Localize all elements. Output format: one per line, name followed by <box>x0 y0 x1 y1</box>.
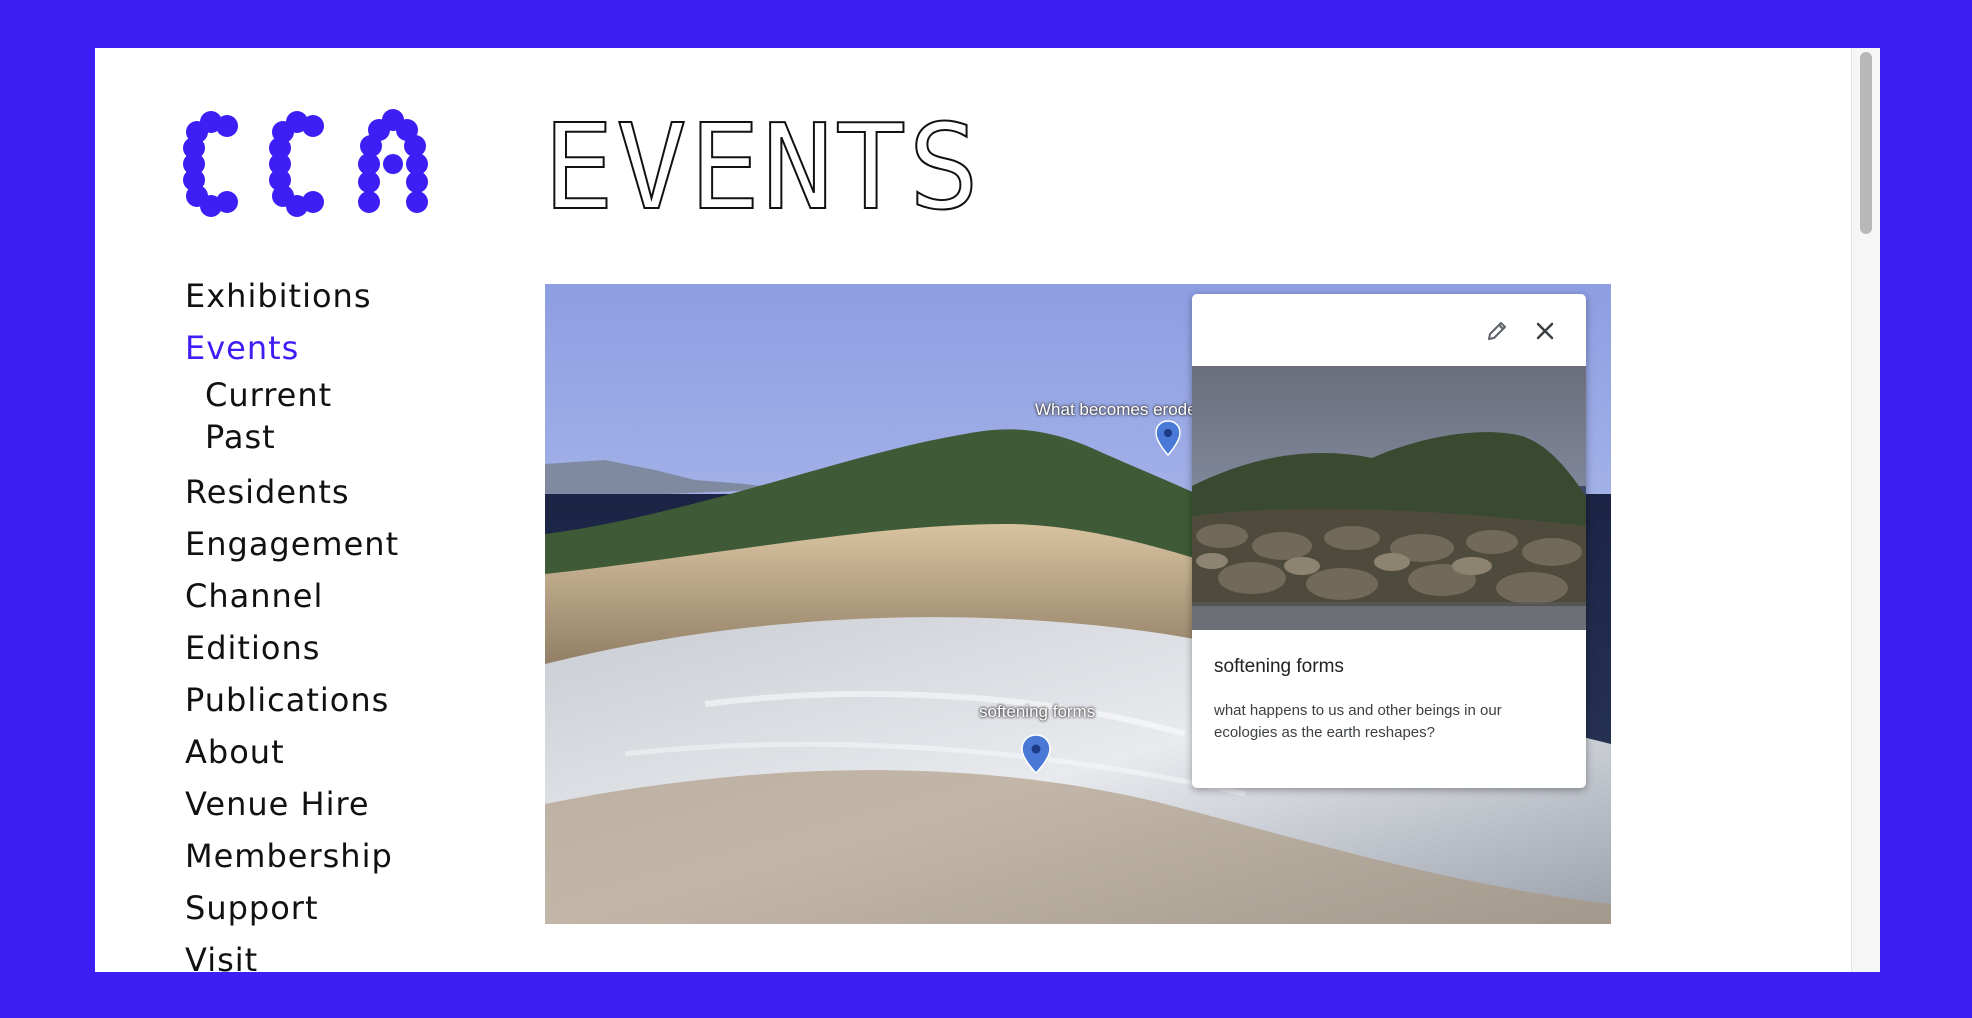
nav-item-engagement[interactable]: Engagement <box>185 518 399 570</box>
map-info-card: softening forms what happens to us and o… <box>1192 294 1586 788</box>
nav-item-visit[interactable]: Visit <box>185 934 399 972</box>
page-title: Events <box>543 116 1063 226</box>
close-button[interactable] <box>1528 314 1562 348</box>
page-title-graphic: Events <box>543 116 981 226</box>
edit-button[interactable] <box>1480 314 1514 348</box>
nav-subitem-current[interactable]: Current <box>185 374 399 416</box>
nav-item-exhibitions[interactable]: Exhibitions <box>185 270 399 322</box>
nav-item-editions[interactable]: Editions <box>185 622 399 674</box>
nav-subitem-past[interactable]: Past <box>185 416 399 458</box>
map-pin-icon <box>1155 420 1181 456</box>
map-pin-icon <box>1021 734 1051 774</box>
nav-item-membership[interactable]: Membership <box>185 830 399 882</box>
card-description: what happens to us and other beings in o… <box>1214 702 1502 741</box>
nav-item-about[interactable]: About <box>185 726 399 778</box>
vertical-scrollbar[interactable] <box>1851 48 1880 972</box>
map-pin-label-eroded[interactable]: What becomes eroded <box>1035 400 1206 420</box>
map-pin-eroded[interactable] <box>1155 420 1181 456</box>
map-pin-softening[interactable] <box>1021 734 1051 774</box>
card-photo-graphic <box>1192 366 1586 630</box>
cca-logo-graphic <box>183 109 428 217</box>
page-title-text: Events <box>543 116 981 226</box>
cca-logo[interactable] <box>183 108 428 218</box>
card-title: softening forms <box>1214 656 1344 677</box>
pencil-icon <box>1488 322 1506 340</box>
nav-item-support[interactable]: Support <box>185 882 399 934</box>
card-photo <box>1192 366 1586 630</box>
card-header <box>1192 294 1586 366</box>
embedded-map[interactable]: What becomes eroded softening forms soft… <box>545 284 1611 924</box>
nav-item-publications[interactable]: Publications <box>185 674 399 726</box>
nav-item-residents[interactable]: Residents <box>185 466 399 518</box>
scrollbar-thumb[interactable] <box>1860 52 1872 234</box>
nav-item-venue-hire[interactable]: Venue Hire <box>185 778 399 830</box>
map-pin-label-softening[interactable]: softening forms <box>979 702 1095 722</box>
main-nav: Exhibitions Events Current Past Resident… <box>185 270 399 972</box>
close-icon <box>1536 322 1554 340</box>
nav-item-events[interactable]: Events <box>185 322 399 374</box>
browser-viewport: Events Exhibitions Events Current Past R… <box>95 48 1880 972</box>
nav-item-channel[interactable]: Channel <box>185 570 399 622</box>
